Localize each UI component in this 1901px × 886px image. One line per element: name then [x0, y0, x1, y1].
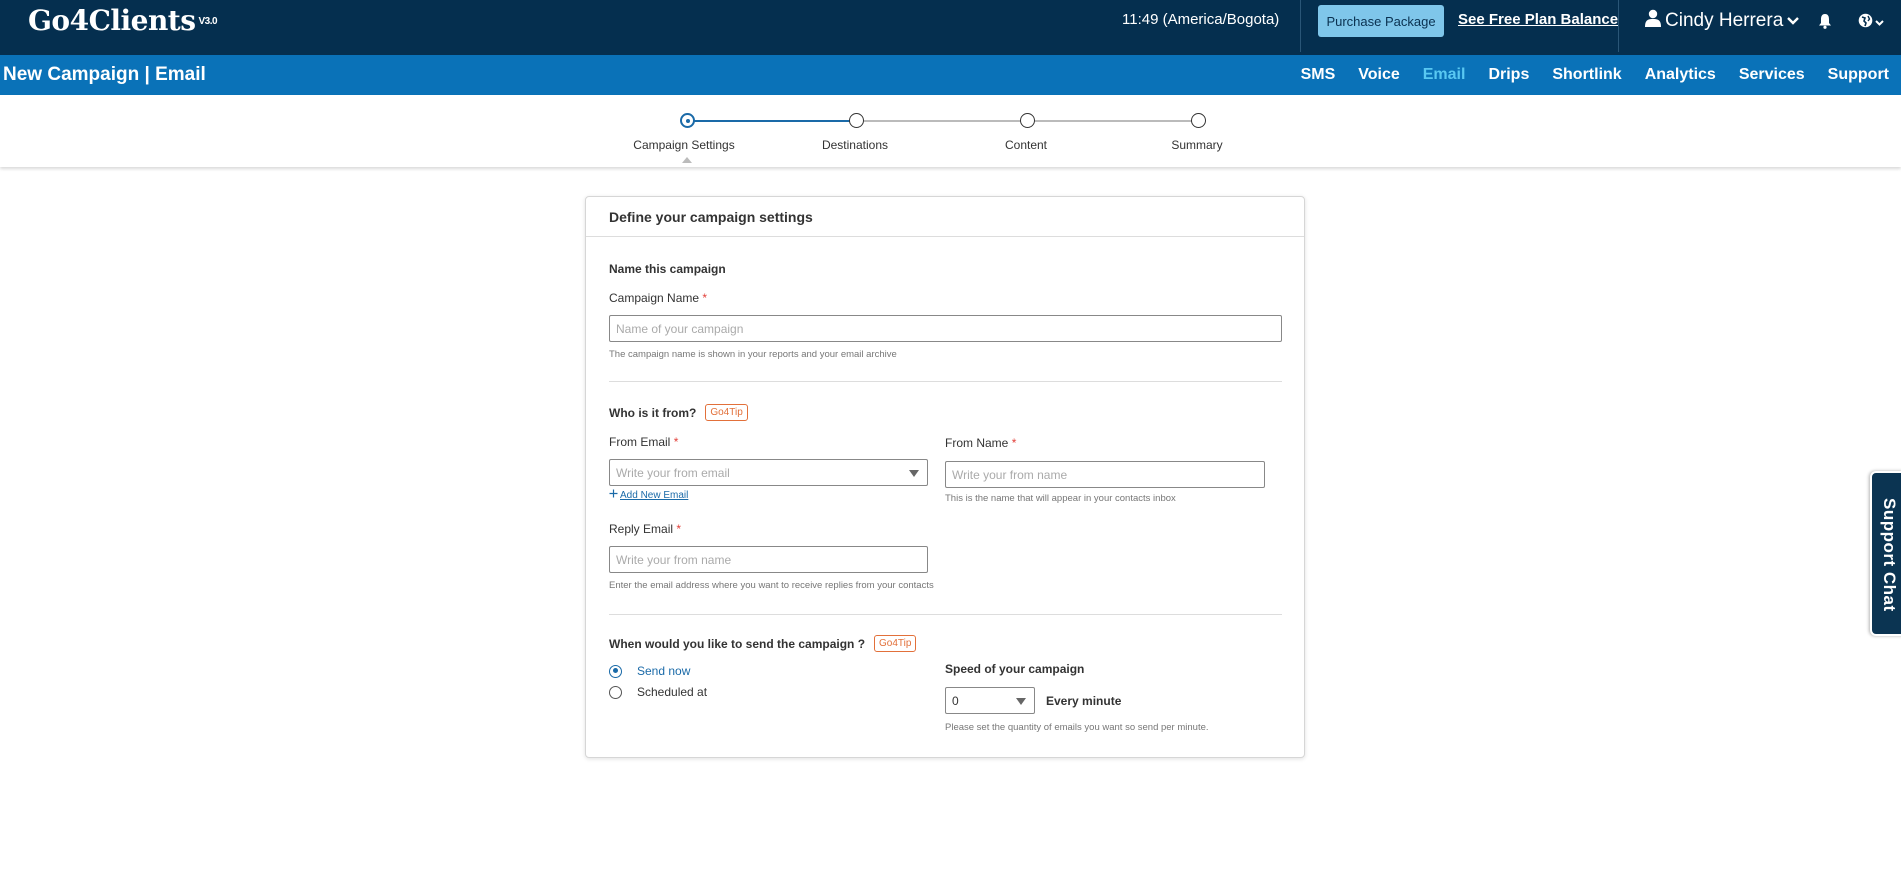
from-section-title: Who is it from?	[609, 405, 697, 420]
nav-item-voice[interactable]: Voice	[1358, 66, 1400, 84]
from-name-input[interactable]	[945, 461, 1265, 488]
speed-value: 0	[952, 694, 959, 708]
add-new-email-label: Add New Email	[620, 489, 689, 501]
top-bar: Go4Clients V3.0 11:49 (America/Bogota) Pu…	[0, 0, 1901, 55]
add-new-email-link[interactable]: Add New Email	[609, 489, 688, 501]
nav-item-services[interactable]: Services	[1739, 66, 1805, 84]
language-menu[interactable]	[1858, 13, 1884, 33]
user-name: Cindy Herrera	[1665, 10, 1784, 31]
dropdown-arrow-icon	[1016, 698, 1026, 705]
divider	[1618, 0, 1619, 52]
card-title: Define your campaign settings	[586, 197, 1304, 237]
chevron-down-icon	[1875, 14, 1884, 32]
divider	[1300, 0, 1301, 52]
section-divider	[609, 381, 1282, 382]
scheduled-radio[interactable]	[609, 685, 622, 699]
step-dot-summary[interactable]	[1191, 113, 1206, 128]
from-email-placeholder: Write your from email	[616, 466, 730, 480]
current-step-pointer	[682, 157, 692, 163]
reply-email-label: Reply Email *	[609, 522, 682, 536]
step-dot-campaign-settings[interactable]	[680, 113, 695, 128]
bell-icon[interactable]	[1818, 13, 1832, 34]
nav-item-email[interactable]: Email	[1423, 66, 1466, 84]
send-now-radio[interactable]	[609, 664, 622, 678]
dropdown-arrow-icon	[909, 470, 919, 477]
support-chat-label: Support Chat	[1880, 498, 1899, 612]
reply-email-help: Enter the email address where you want t…	[609, 580, 934, 591]
scheduled-label[interactable]: Scheduled at	[637, 685, 707, 699]
step-label-content[interactable]: Content	[956, 138, 1096, 152]
nav-item-sms[interactable]: SMS	[1301, 66, 1336, 84]
version-label: V3.0	[198, 16, 218, 27]
from-email-select[interactable]: Write your from email	[609, 459, 928, 486]
speed-help: Please set the quantity of emails you wa…	[945, 722, 1209, 733]
section-nav: New Campaign | Email SMS Voice Email Dri…	[0, 55, 1901, 95]
purchase-package-button[interactable]: Purchase Package	[1318, 5, 1444, 37]
step-label-summary[interactable]: Summary	[1127, 138, 1267, 152]
send-section-header: When would you like to send the campaign…	[609, 635, 917, 652]
nav-item-support[interactable]: Support	[1828, 66, 1889, 84]
speed-label: Speed of your campaign	[945, 662, 1085, 676]
from-name-help: This is the name that will appear in you…	[945, 493, 1176, 504]
step-connector	[1035, 120, 1192, 122]
support-chat-tab[interactable]: Support Chat	[1870, 471, 1901, 636]
speed-select[interactable]: 0	[945, 687, 1035, 714]
step-label-destinations[interactable]: Destinations	[785, 138, 925, 152]
campaign-stepper: Campaign Settings Destinations Content S…	[0, 95, 1901, 167]
send-now-option[interactable]: Send now	[609, 664, 690, 678]
send-now-label[interactable]: Send now	[637, 664, 690, 678]
campaign-name-label: Campaign Name *	[609, 291, 708, 305]
free-plan-balance-link[interactable]: See Free Plan Balance	[1458, 11, 1618, 28]
clock-display: 11:49 (America/Bogota)	[1122, 11, 1280, 28]
section-divider	[609, 614, 1282, 615]
speed-unit: Every minute	[1046, 694, 1122, 708]
nav-item-drips[interactable]: Drips	[1488, 66, 1529, 84]
step-dot-destinations[interactable]	[849, 113, 864, 128]
nav-item-analytics[interactable]: Analytics	[1645, 66, 1716, 84]
from-name-label: From Name *	[945, 436, 1017, 450]
from-email-label: From Email *	[609, 435, 679, 449]
name-section-title: Name this campaign	[609, 262, 726, 276]
page-title: New Campaign | Email	[3, 64, 206, 85]
from-section-header: Who is it from? Go4Tip	[609, 404, 748, 421]
step-label-campaign-settings[interactable]: Campaign Settings	[614, 138, 754, 152]
campaign-settings-card: Define your campaign settings Name this …	[585, 196, 1305, 758]
globe-icon	[1858, 13, 1873, 33]
reply-email-input[interactable]	[609, 546, 928, 573]
step-dot-content[interactable]	[1020, 113, 1035, 128]
go4tip-badge[interactable]: Go4Tip	[874, 635, 917, 652]
send-section-title: When would you like to send the campaign…	[609, 636, 866, 651]
user-menu[interactable]: Cindy Herrera	[1645, 9, 1800, 33]
campaign-name-help: The campaign name is shown in your repor…	[609, 349, 897, 360]
main-menu: SMS Voice Email Drips Shortlink Analytic…	[1278, 55, 1889, 95]
step-connector-complete	[690, 120, 852, 122]
scheduled-option[interactable]: Scheduled at	[609, 685, 707, 699]
nav-item-shortlink[interactable]: Shortlink	[1552, 66, 1621, 84]
plus-icon	[609, 489, 618, 501]
logo[interactable]: Go4Clients V3.0	[28, 4, 218, 37]
chevron-down-icon	[1787, 10, 1800, 32]
step-connector	[864, 120, 1021, 122]
campaign-name-input[interactable]	[609, 315, 1282, 342]
go4tip-badge[interactable]: Go4Tip	[705, 404, 748, 421]
user-icon	[1645, 9, 1661, 33]
